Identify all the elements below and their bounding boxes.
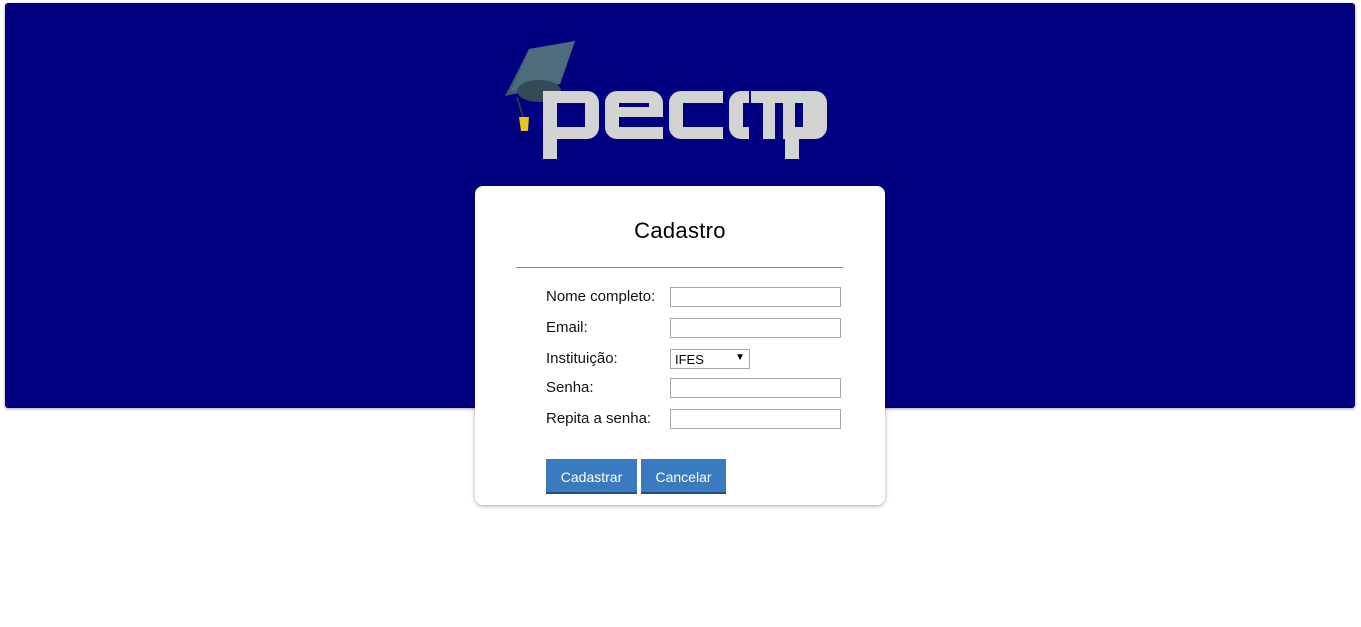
senha-label: Senha: bbox=[546, 379, 594, 396]
cadastrar-button[interactable]: Cadastrar bbox=[546, 459, 637, 494]
instituicao-label: Instituição: bbox=[546, 350, 618, 367]
repita-senha-label: Repita a senha: bbox=[546, 410, 652, 427]
title-divider bbox=[516, 267, 843, 268]
email-label: Email: bbox=[546, 319, 588, 336]
logo-wordmark bbox=[543, 91, 827, 159]
instituicao-selected-value: IFES bbox=[675, 352, 704, 367]
nome-completo-input[interactable] bbox=[670, 287, 841, 307]
dropdown-arrow-icon: ▼ bbox=[735, 352, 745, 363]
repita-senha-input[interactable] bbox=[670, 409, 841, 429]
registration-card: Cadastro Nome completo: Email: Instituiç… bbox=[475, 186, 885, 505]
senha-input[interactable] bbox=[670, 378, 841, 398]
cancelar-button[interactable]: Cancelar bbox=[641, 459, 726, 494]
form-title: Cadastro bbox=[634, 218, 726, 243]
nome-label: Nome completo: bbox=[546, 288, 656, 305]
pecomp-logo: pecomp bbox=[505, 41, 827, 159]
instituicao-select[interactable]: IFES ▼ bbox=[670, 349, 750, 369]
graduation-cap-icon bbox=[505, 41, 575, 131]
email-input[interactable] bbox=[670, 318, 841, 338]
